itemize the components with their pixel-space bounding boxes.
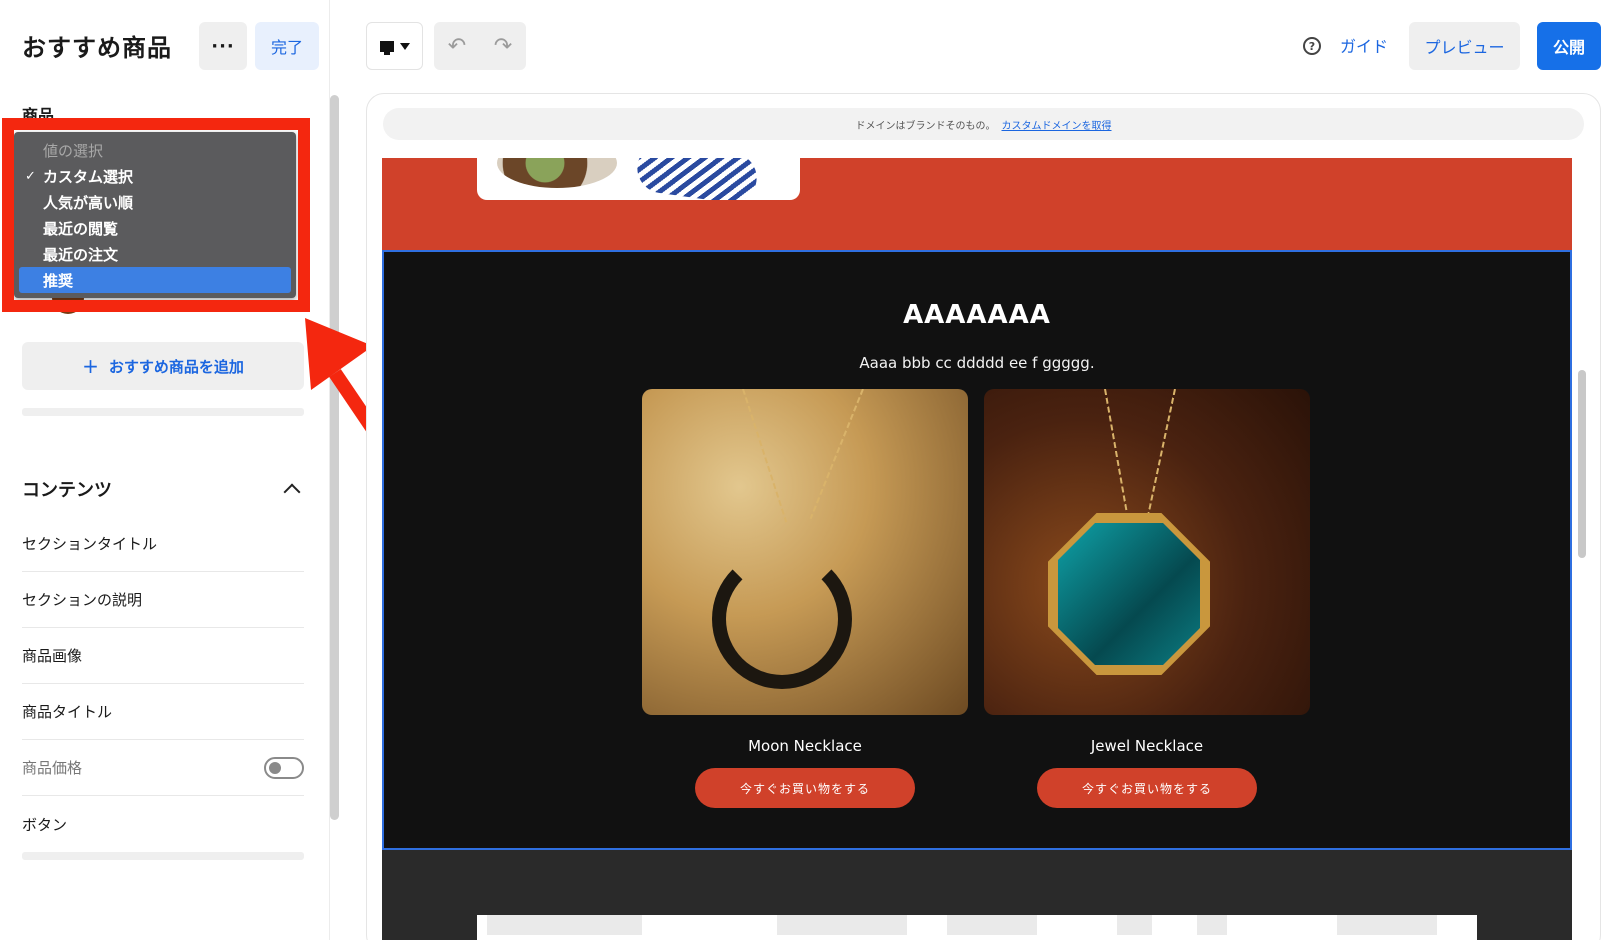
dropdown-option-recommended[interactable]: 推奨 (19, 267, 291, 293)
product-card[interactable]: Jewel Necklace 今すぐお買い物をする (984, 389, 1310, 808)
domain-banner: ドメインはブランドそのもの。 カスタムドメインを取得 (383, 108, 1584, 140)
add-featured-product-label: おすすめ商品を追加 (108, 357, 244, 376)
next-section[interactable] (382, 850, 1572, 940)
dropdown-option-recent-orders[interactable]: 最近の注文 (19, 241, 291, 267)
chevron-up-icon[interactable] (283, 483, 301, 501)
undo-icon[interactable]: ↶ (448, 34, 466, 59)
dropdown-option-custom[interactable]: ✓ カスタム選択 (19, 163, 291, 189)
dropdown-option-popular[interactable]: 人気が高い順 (19, 189, 291, 215)
dropdown-option-recently-viewed[interactable]: 最近の閲覧 (19, 215, 291, 241)
placeholder-cell (1337, 915, 1437, 935)
site-preview: AAAAAAA Aaaa bbb cc ddddd ee f ggggg. Mo… (382, 158, 1572, 940)
canvas-scrollbar[interactable] (1578, 370, 1586, 558)
chain (1146, 389, 1176, 517)
shop-now-button[interactable]: 今すぐお買い物をする (695, 768, 915, 808)
content-row-section-description[interactable]: セクションの説明 (22, 572, 304, 628)
featured-products-section[interactable]: AAAAAAA Aaaa bbb cc ddddd ee f ggggg. Mo… (382, 250, 1572, 850)
content-row-label: ボタン (22, 815, 68, 834)
publish-button[interactable]: 公開 (1537, 22, 1601, 70)
content-row-product-title[interactable]: 商品タイトル (22, 684, 304, 740)
chain (1104, 389, 1129, 518)
placeholder-cell (947, 915, 1037, 935)
caret-down-icon (399, 42, 410, 50)
contents-header[interactable]: コンテンツ (22, 476, 304, 502)
content-row-label: セクションタイトル (22, 535, 158, 553)
hero-image (477, 158, 800, 200)
content-row-product-price: 商品価格 (22, 740, 304, 796)
product-source-dropdown[interactable]: 値の選択 ✓ カスタム選択 人気が高い順 最近の閲覧 最近の注文 推奨 (14, 132, 296, 298)
divider (22, 852, 304, 860)
placeholder-cell (1117, 915, 1152, 935)
divider (22, 408, 304, 416)
content-row-label: 商品価格 (22, 759, 83, 777)
option-label: カスタム選択 (43, 167, 134, 186)
placeholder-cell (1197, 915, 1227, 935)
shop-now-button[interactable]: 今すぐお買い物をする (1037, 768, 1257, 808)
contents-heading: コンテンツ (22, 480, 112, 501)
product-card[interactable]: Moon Necklace 今すぐお買い物をする (642, 389, 968, 808)
preview-button[interactable]: プレビュー (1409, 22, 1520, 70)
chain (742, 389, 788, 523)
content-row-product-image[interactable]: 商品画像 (22, 628, 304, 684)
product-grid: Moon Necklace 今すぐお買い物をする Jewel Necklace … (642, 389, 1312, 808)
more-options-button[interactable]: ··· (199, 22, 247, 70)
redo-icon[interactable]: ↷ (494, 34, 512, 59)
products-section-label: 商品 (22, 106, 55, 125)
content-row-label: セクションの説明 (22, 591, 143, 609)
price-toggle[interactable] (264, 756, 304, 779)
section-title: AAAAAAA (903, 300, 1051, 330)
placeholder-cell (487, 915, 642, 935)
desktop-icon (379, 40, 394, 55)
product-image-moon-necklace[interactable] (642, 389, 968, 715)
product-title[interactable]: Moon Necklace (748, 737, 862, 755)
guide-link[interactable]: ガイド (1340, 33, 1388, 57)
product-image-jewel-necklace[interactable] (984, 389, 1310, 715)
moon-pendant (712, 549, 852, 689)
add-featured-product-button[interactable]: + おすすめ商品を追加 (22, 342, 304, 390)
product-thumbnail (52, 298, 84, 314)
gem-pendant (1054, 519, 1204, 669)
chain (809, 389, 864, 520)
food-image (497, 158, 617, 188)
contents-list: セクションタイトル セクションの説明 商品画像 商品タイトル 商品価格 ボタン (22, 516, 304, 852)
custom-domain-link[interactable]: カスタムドメインを取得 (1002, 117, 1112, 132)
section-description: Aaaa bbb cc ddddd ee f ggggg. (859, 354, 1095, 372)
content-row-button[interactable]: ボタン (22, 796, 304, 852)
done-button[interactable]: 完了 (255, 22, 319, 70)
editor-canvas: ドメインはブランドそのもの。 カスタムドメインを取得 AAAAAAA Aaaa … (366, 93, 1601, 940)
next-section-content (477, 915, 1477, 940)
product-title[interactable]: Jewel Necklace (1091, 737, 1203, 755)
placeholder-cell (777, 915, 907, 935)
cloth-image (634, 158, 760, 200)
content-row-section-title[interactable]: セクションタイトル (22, 516, 304, 572)
device-selector-button[interactable] (366, 22, 423, 70)
undo-redo-group: ↶ ↷ (434, 22, 526, 70)
content-row-label: 商品画像 (22, 647, 83, 665)
domain-text: ドメインはブランドそのもの。 (855, 120, 996, 132)
help-icon[interactable]: ? (1303, 37, 1321, 55)
check-icon: ✓ (25, 168, 36, 184)
dropdown-placeholder: 値の選択 (43, 141, 104, 160)
plus-icon: + (82, 354, 99, 378)
panel-title: おすすめ商品 (22, 34, 172, 62)
content-row-label: 商品タイトル (22, 703, 113, 721)
hero-section[interactable] (382, 158, 1572, 250)
